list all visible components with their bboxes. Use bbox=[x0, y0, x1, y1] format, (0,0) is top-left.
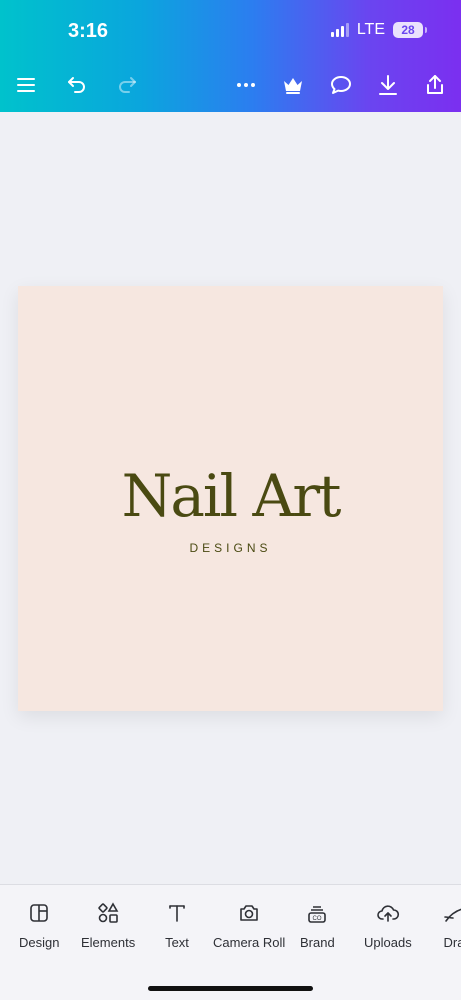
tab-text[interactable]: Text bbox=[165, 901, 189, 951]
network-type: LTE bbox=[356, 21, 385, 38]
tab-label: Elements bbox=[81, 935, 136, 950]
svg-text:CO: CO bbox=[313, 916, 322, 922]
premium-button[interactable] bbox=[276, 68, 310, 102]
redo-button[interactable] bbox=[110, 68, 144, 102]
comment-button[interactable] bbox=[324, 68, 358, 102]
camera-icon bbox=[240, 905, 258, 921]
brand-icon: CO bbox=[308, 906, 327, 923]
elements-icon bbox=[98, 902, 119, 923]
battery-icon: 28 bbox=[393, 22, 427, 38]
more-icon bbox=[237, 83, 255, 87]
tab-label: Brand bbox=[300, 935, 335, 950]
crown-icon bbox=[284, 78, 302, 94]
share-button[interactable] bbox=[418, 68, 452, 102]
text-icon bbox=[169, 905, 185, 922]
redo-icon bbox=[119, 77, 136, 93]
tab-draw[interactable]: Dra bbox=[442, 901, 461, 951]
download-icon bbox=[379, 75, 397, 95]
logo-title[interactable]: Nail Art bbox=[18, 466, 443, 526]
comment-icon bbox=[331, 76, 351, 94]
battery-level: 28 bbox=[401, 23, 415, 37]
menu-button[interactable] bbox=[9, 68, 43, 102]
design-canvas[interactable]: Nail Art DESIGNS bbox=[18, 286, 443, 711]
tab-label: Uploads bbox=[364, 935, 412, 950]
tab-camera-roll[interactable]: Camera Roll bbox=[213, 901, 285, 951]
draw-icon bbox=[444, 908, 461, 922]
undo-icon bbox=[68, 77, 85, 93]
undo-button[interactable] bbox=[60, 68, 94, 102]
tab-uploads[interactable]: Uploads bbox=[364, 901, 412, 951]
design-icon bbox=[30, 904, 49, 922]
status-time: 3:16 bbox=[68, 20, 109, 42]
menu-icon bbox=[17, 78, 35, 92]
more-button[interactable] bbox=[229, 68, 263, 102]
signal-icon bbox=[330, 23, 349, 37]
share-icon bbox=[427, 75, 443, 94]
tab-elements[interactable]: Elements bbox=[81, 901, 135, 951]
status-indicators: LTE 28 bbox=[330, 21, 427, 39]
tab-label: Camera Roll bbox=[213, 935, 286, 950]
tab-label: Dra bbox=[443, 935, 461, 950]
tab-label: Text bbox=[165, 935, 189, 950]
upload-cloud-icon bbox=[377, 905, 399, 922]
bottom-nav: Design Elements Text Camera Roll CO Bran… bbox=[0, 884, 461, 1000]
tab-design[interactable]: Design bbox=[19, 901, 59, 951]
logo-subtitle[interactable]: DESIGNS bbox=[18, 541, 443, 555]
tab-brand[interactable]: CO Brand bbox=[300, 901, 335, 951]
top-toolbar: 3:16 LTE 28 bbox=[0, 0, 461, 112]
download-button[interactable] bbox=[371, 68, 405, 102]
home-indicator bbox=[148, 986, 313, 991]
tab-label: Design bbox=[19, 935, 60, 950]
